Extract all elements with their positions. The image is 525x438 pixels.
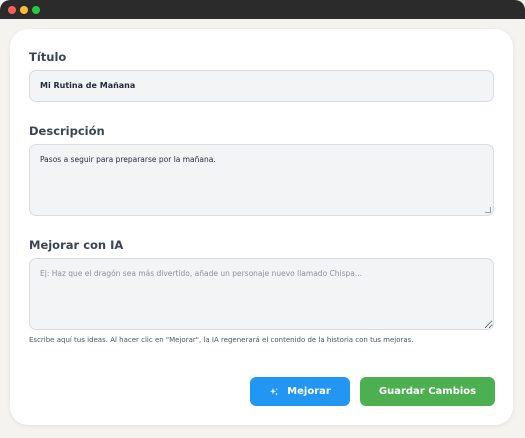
description-textarea[interactable]: Pasos a seguir para prepararse por la ma… xyxy=(29,144,494,216)
edit-form-card: Título Mi Rutina de Mañana Descripción P… xyxy=(10,29,513,425)
ai-improve-textarea[interactable] xyxy=(29,258,494,330)
window-titlebar xyxy=(0,0,525,19)
title-label: Título xyxy=(29,50,67,64)
improve-button[interactable]: Mejorar xyxy=(250,377,350,406)
description-resize-handle[interactable] xyxy=(485,207,491,213)
ai-improve-label: Mejorar con IA xyxy=(29,238,124,252)
maximize-window-button[interactable] xyxy=(32,6,40,14)
title-input[interactable]: Mi Rutina de Mañana xyxy=(29,70,494,102)
save-button-label: Guardar Cambios xyxy=(378,386,477,397)
sparkle-icon xyxy=(270,387,279,395)
minimize-window-button[interactable] xyxy=(20,6,28,14)
description-label: Descripción xyxy=(29,124,105,138)
improve-button-label: Mejorar xyxy=(287,386,331,397)
save-changes-button[interactable]: Guardar Cambios xyxy=(360,377,495,406)
ai-improve-hint: Escribe aquí tus ideas. Al hacer clic en… xyxy=(29,336,414,344)
close-window-button[interactable] xyxy=(8,6,16,14)
